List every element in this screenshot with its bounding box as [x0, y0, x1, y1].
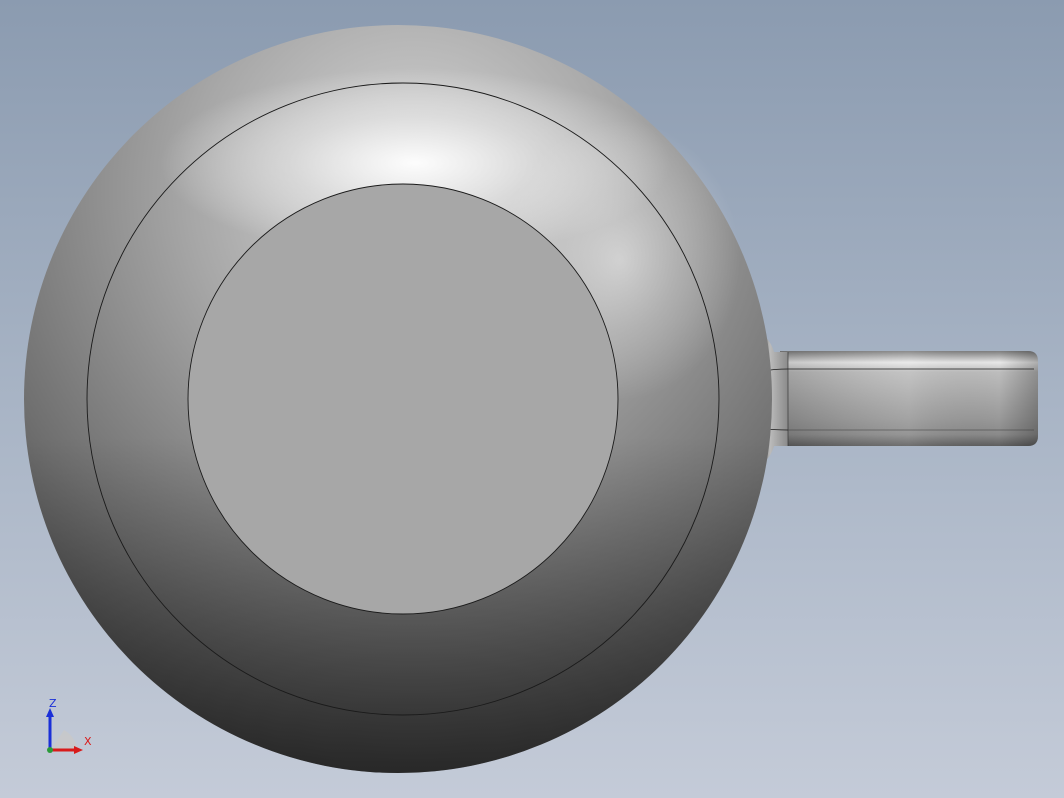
z-axis-label: Z [49, 697, 57, 710]
mug-model[interactable] [0, 0, 1064, 798]
origin-point [47, 747, 53, 753]
graphics-viewport[interactable]: Z X [0, 0, 1064, 798]
x-axis-arrow [74, 746, 83, 754]
x-axis-label: X [84, 735, 92, 748]
coordinate-triad: Z X [38, 696, 98, 756]
base-face[interactable] [187, 183, 619, 615]
mug-handle[interactable] [757, 332, 1038, 466]
mug-body[interactable] [24, 25, 772, 773]
